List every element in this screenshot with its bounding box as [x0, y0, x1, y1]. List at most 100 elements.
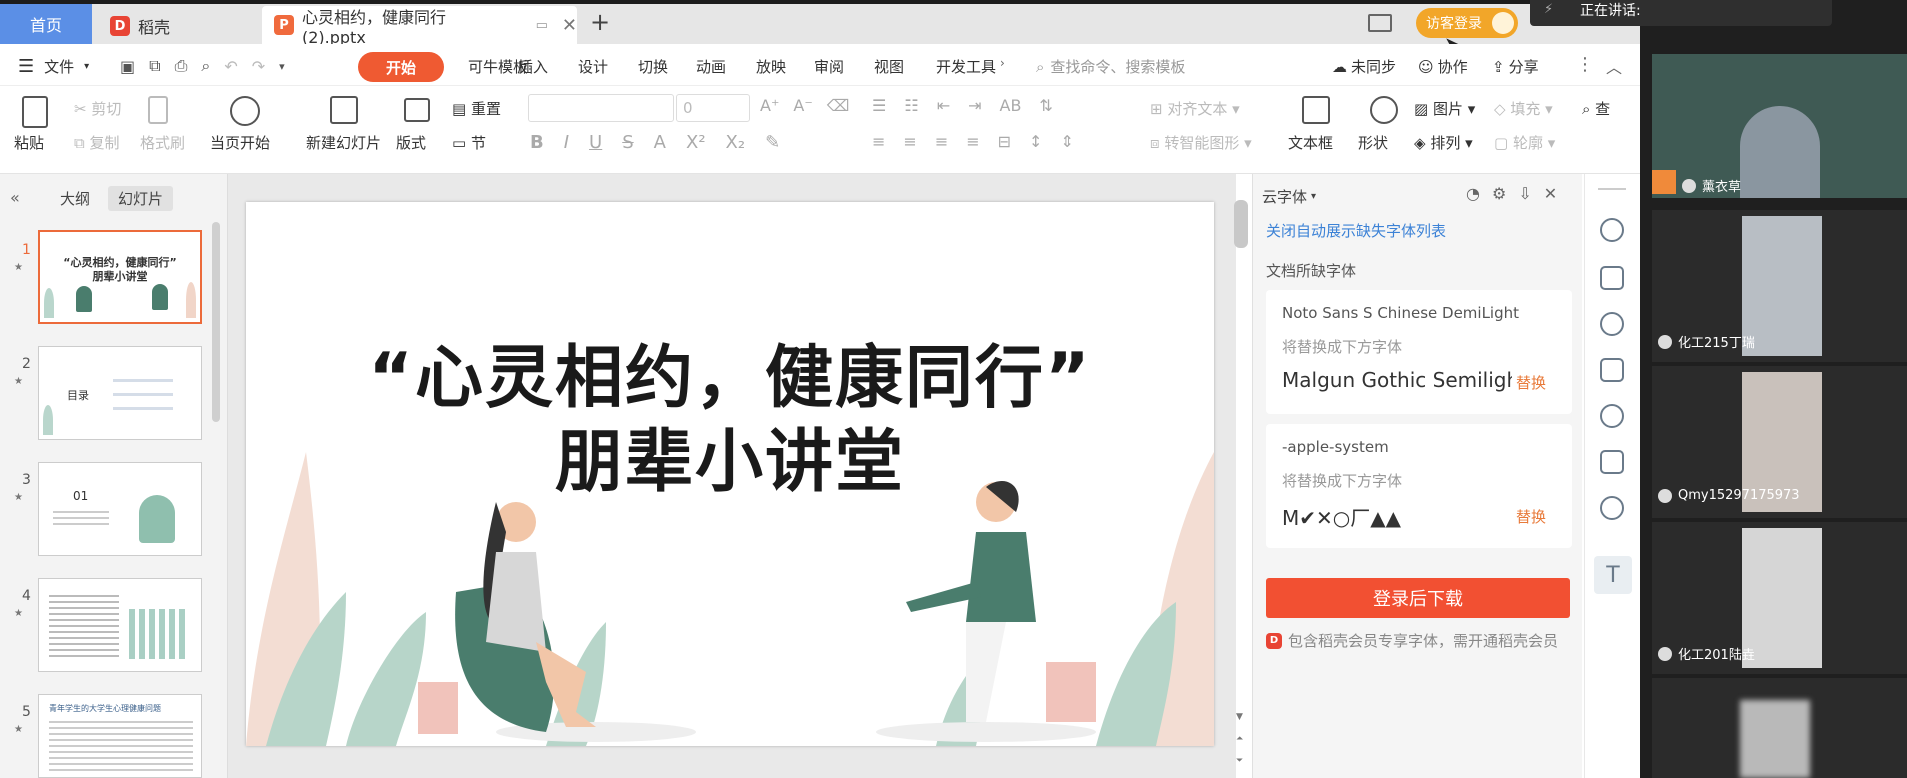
tab-document[interactable]: P 心灵相约，健康同行(2).pptx ▭ ✕	[262, 6, 577, 47]
tab-close-icon[interactable]: ✕	[562, 15, 577, 36]
decrease-indent-icon[interactable]: ⇤	[937, 96, 950, 115]
format-painter-icon[interactable]	[148, 96, 168, 124]
help-icon[interactable]	[1600, 404, 1624, 428]
tab-design[interactable]: 设计	[578, 56, 608, 77]
align-center-icon[interactable]: ≡	[903, 132, 916, 151]
font-color-icon[interactable]: A	[654, 132, 666, 153]
unsync-button[interactable]: ☁ 未同步	[1332, 56, 1396, 77]
line-spacing-icon[interactable]: ↕	[1029, 132, 1042, 151]
tab-insert[interactable]: 插入	[518, 56, 548, 77]
tab-animation[interactable]: 动画	[696, 56, 726, 77]
collapse-ribbon-icon[interactable]: ︿	[1606, 54, 1622, 78]
play-icon[interactable]	[230, 96, 260, 126]
bullet-list-icon[interactable]: ☰	[872, 96, 886, 115]
tab-view[interactable]: 视图	[874, 56, 904, 77]
new-slide-icon[interactable]	[330, 96, 358, 124]
gear-icon[interactable]: ⚙	[1492, 184, 1506, 203]
tab-home[interactable]: 首页	[0, 4, 92, 44]
picture-button[interactable]: ▨ 图片 ▾	[1414, 98, 1475, 119]
prev-slide-icon[interactable]: ⏶	[1236, 734, 1243, 744]
current-slide[interactable]: “心灵相约，健康同行” 朋辈小讲堂	[246, 202, 1214, 746]
rocket-icon[interactable]	[1600, 218, 1624, 242]
visitor-login-button[interactable]: 访客登录	[1416, 8, 1518, 38]
pin-icon[interactable]: ⇩	[1518, 184, 1531, 203]
numbered-list-icon[interactable]: ☷	[904, 96, 918, 115]
increase-indent-icon[interactable]: ⇥	[968, 96, 981, 115]
replace-button[interactable]: 替换	[1516, 372, 1546, 393]
align-left-icon[interactable]: ≡	[872, 132, 885, 151]
slide-thumbnail-2[interactable]: 目录	[38, 346, 202, 440]
justify-icon[interactable]: ≡	[966, 132, 979, 151]
clear-format-icon[interactable]: ⌫	[827, 96, 850, 115]
tab-transition[interactable]: 切换	[638, 56, 668, 77]
tab-review[interactable]: 审阅	[814, 56, 844, 77]
window-layout-icon[interactable]	[1368, 14, 1392, 32]
next-slide-icon[interactable]: ⏷	[1236, 756, 1243, 766]
format-painter-button[interactable]: 格式刷	[140, 132, 185, 153]
file-menu[interactable]: ☰ 文件 ▾	[18, 56, 89, 77]
more-options-icon[interactable]: ⋮	[1576, 54, 1594, 75]
slide-thumbnail-4[interactable]	[38, 578, 202, 672]
arrange-button[interactable]: ◈ 排列 ▾	[1414, 132, 1473, 153]
tab-slideshow[interactable]: 放映	[756, 56, 786, 77]
share-button[interactable]: ⇪ 分享	[1492, 56, 1539, 77]
textbox-icon[interactable]	[1302, 96, 1330, 124]
superscript-icon[interactable]: X²	[686, 132, 706, 153]
smart-shape-button[interactable]: ⧈ 转智能图形 ▾	[1150, 132, 1252, 153]
bold-icon[interactable]: B	[530, 132, 544, 153]
copy-button[interactable]: ⧉ 复制	[74, 132, 120, 153]
font-size-combo[interactable]: 0	[676, 94, 750, 122]
undo-icon[interactable]: ↶	[224, 57, 237, 76]
new-slide-button[interactable]: 新建幻灯片	[306, 132, 381, 153]
text-direction-icon[interactable]: AB	[1000, 96, 1022, 115]
image-tool-icon[interactable]	[1600, 450, 1624, 474]
print-preview-icon[interactable]: ⌕	[201, 56, 210, 76]
close-auto-list-link[interactable]: 关闭自动展示缺失字体列表	[1266, 220, 1446, 241]
reset-button[interactable]: ▤ 重置	[452, 98, 501, 119]
italic-icon[interactable]: I	[564, 132, 569, 153]
scroll-down-icon[interactable]: ▼	[1236, 712, 1243, 722]
increase-font-icon[interactable]: A⁺	[760, 96, 779, 115]
from-current-slide-button[interactable]: 当页开始	[210, 132, 270, 153]
print-icon[interactable]: ⎙	[175, 56, 188, 76]
customize-icon[interactable]: ▾	[279, 60, 285, 73]
section-button[interactable]: ▭ 节	[452, 132, 486, 153]
shape-button[interactable]: 形状	[1358, 132, 1388, 153]
save-icon[interactable]: ▣	[120, 57, 135, 76]
collab-button[interactable]: ☺ 协作	[1418, 56, 1468, 77]
font-name-combo[interactable]	[528, 94, 674, 122]
collapse-panel-icon[interactable]: «	[10, 188, 20, 207]
paste-icon[interactable]	[22, 96, 48, 128]
slide-thumbnail-1[interactable]: “心灵相约，健康同行” 朋辈小讲堂	[38, 230, 202, 324]
canvas-scrollbar[interactable]	[1234, 200, 1248, 248]
chat-icon[interactable]: ◔	[1466, 184, 1480, 203]
find-button[interactable]: ⌕ 查	[1582, 98, 1610, 119]
layout-button[interactable]: 版式	[396, 132, 426, 153]
fill-button[interactable]: ◇ 填充 ▾	[1494, 98, 1553, 119]
slide-thumbnail-5[interactable]: 青年学生的大学生心理健康问题	[38, 694, 202, 778]
outline-button[interactable]: ▢ 轮廓 ▾	[1494, 132, 1555, 153]
tab-outline[interactable]: 大纲	[60, 188, 90, 209]
cut-button[interactable]: ✂ 剪切	[74, 98, 121, 119]
underline-icon[interactable]: U	[589, 132, 602, 153]
sliders-icon[interactable]	[1600, 266, 1624, 290]
cloud-font-header[interactable]: 云字体 ▾	[1262, 186, 1316, 207]
close-icon[interactable]: ✕	[1544, 184, 1557, 203]
replace-button[interactable]: 替换	[1516, 506, 1546, 527]
login-download-button[interactable]: 登录后下载	[1266, 578, 1570, 618]
redo-icon[interactable]: ↷	[252, 57, 265, 76]
star-icon[interactable]	[1600, 312, 1624, 336]
subscript-icon[interactable]: X₂	[726, 132, 746, 153]
textbox-button[interactable]: 文本框	[1288, 132, 1333, 153]
strikethrough-icon[interactable]: S	[622, 132, 633, 153]
align-right-icon[interactable]: ≡	[935, 132, 948, 151]
sort-icon[interactable]: ⇅	[1039, 96, 1052, 115]
tab-developer-tools[interactable]: 开发工具	[936, 56, 996, 77]
tab-pin-icon[interactable]: ▭	[536, 18, 548, 33]
layout-icon[interactable]	[404, 98, 430, 122]
panel-scrollbar[interactable]	[212, 222, 220, 422]
highlight-icon[interactable]: ✎	[765, 132, 780, 153]
decrease-font-icon[interactable]: A⁻	[793, 96, 812, 115]
tab-daoke[interactable]: D 稻壳	[100, 8, 260, 44]
command-search[interactable]: ⌕ 查找命令、搜索模板	[1036, 56, 1185, 77]
